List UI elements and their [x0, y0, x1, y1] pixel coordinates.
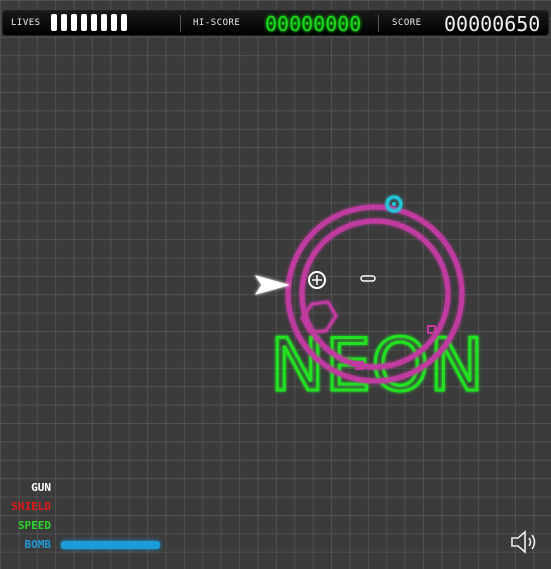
enemy-cyan-core — [392, 202, 396, 206]
bomb-label: BOMB — [24, 538, 52, 551]
crosshair-icon — [308, 271, 326, 289]
gun-label: GUN — [31, 481, 51, 494]
player-ship-icon — [254, 275, 290, 295]
game-scene: NEON — [254, 195, 486, 409]
bullet — [360, 275, 376, 282]
speaker-icon[interactable] — [510, 530, 540, 554]
bomb-meter — [61, 541, 160, 549]
speed-label: SPEED — [17, 519, 51, 532]
shield-label: SHIELD — [11, 500, 51, 513]
